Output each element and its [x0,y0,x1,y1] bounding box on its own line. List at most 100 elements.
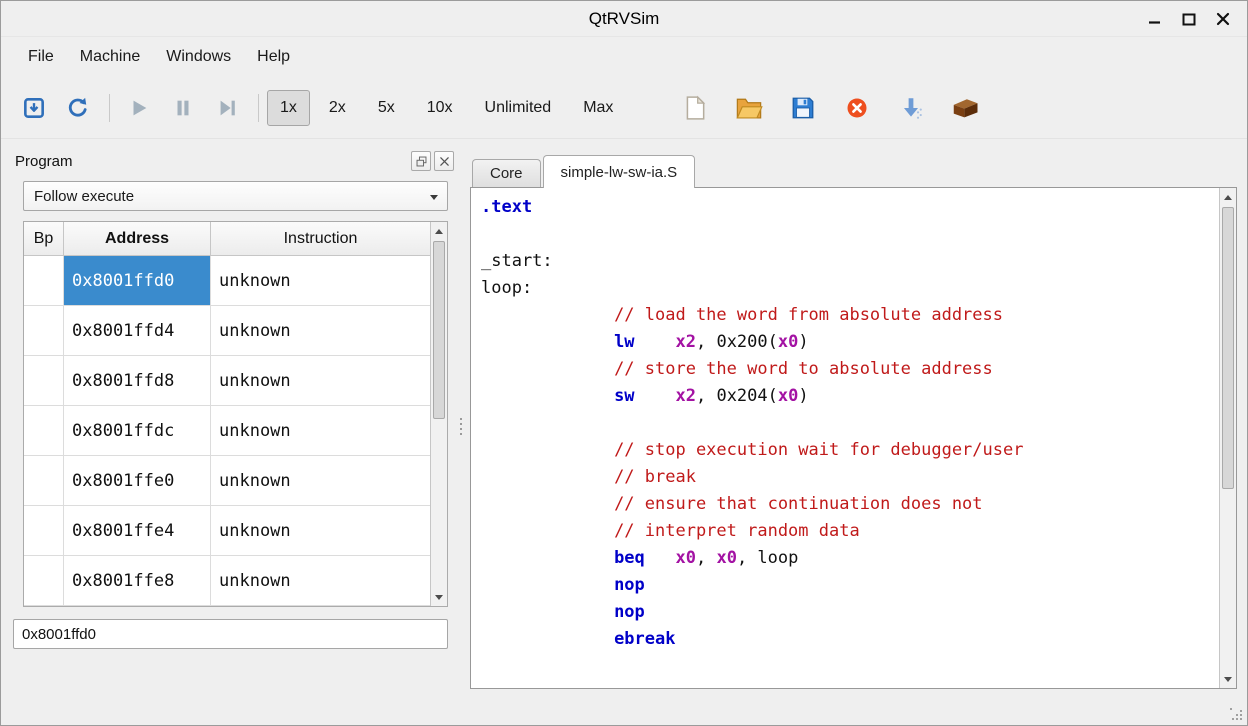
bp-cell[interactable] [24,556,64,605]
tab-source-file[interactable]: simple-lw-sw-ia.S [543,155,696,188]
new-source-button[interactable] [674,87,716,129]
address-cell[interactable]: 0x8001ffd4 [64,306,211,355]
close-button[interactable] [1211,7,1235,31]
instruction-cell[interactable]: unknown [211,406,430,455]
compile-source-button[interactable] [890,87,932,129]
resize-grip[interactable] [1230,708,1242,720]
maximize-button[interactable] [1177,7,1201,31]
reload-machine-button[interactable] [13,87,55,129]
step-button[interactable] [206,87,248,129]
code-line: beq x0, x0, loop [481,545,1219,572]
close-dock-icon [438,155,451,168]
code-line: // break [481,464,1219,491]
bp-cell[interactable] [24,256,64,305]
toolbar-separator [258,94,259,122]
open-source-button[interactable] [728,87,770,129]
titlebar: QtRVSim [1,1,1247,37]
close-dock-button[interactable] [434,151,454,171]
instruction-cell[interactable]: unknown [211,556,430,605]
code-line: .text [481,194,1219,221]
scroll-up-button[interactable] [431,223,447,239]
address-cell[interactable]: 0x8001ffd0 [64,256,211,305]
code-line: // interpret random data [481,518,1219,545]
triangle-down-icon [1224,677,1232,682]
run-button[interactable] [118,87,160,129]
menu-machine[interactable]: Machine [67,42,153,72]
code-line: // ensure that continuation does not [481,491,1219,518]
pause-icon [172,97,194,119]
code-line: _start: [481,248,1219,275]
code-line: nop [481,572,1219,599]
address-cell[interactable]: 0x8001ffe4 [64,506,211,555]
editor-scrollbar[interactable] [1219,188,1236,688]
menu-file[interactable]: File [15,42,67,72]
code-area[interactable]: .text_start:loop: // load the word from … [471,188,1219,688]
bp-cell[interactable] [24,456,64,505]
download-arrow-icon [898,95,924,121]
folder-icon [735,94,763,122]
close-circle-icon [845,96,869,120]
minimize-button[interactable] [1143,7,1167,31]
scrollbar-thumb[interactable] [433,241,445,419]
code-line: loop: [481,275,1219,302]
editor-tabbar: Core simple-lw-sw-ia.S [470,153,1237,187]
menu-help[interactable]: Help [244,42,303,72]
bp-cell[interactable] [24,356,64,405]
editor-column: Core simple-lw-sw-ia.S .text _start:loop:… [466,145,1237,703]
brick-icon [950,93,980,123]
table-row: 0x8001ffe8 unknown [24,556,430,606]
build-button[interactable] [944,87,986,129]
address-input[interactable] [13,619,448,649]
speed-button[interactable]: Max [570,90,626,126]
speed-button[interactable]: Unlimited [472,90,565,126]
maximize-icon [1181,11,1197,27]
table-row: 0x8001ffe4 unknown [24,506,430,556]
instruction-cell[interactable]: unknown [211,356,430,405]
table-row: 0x8001ffd4 unknown [24,306,430,356]
instruction-cell[interactable]: unknown [211,306,430,355]
table-row: 0x8001ffd0 unknown [24,256,430,306]
follow-mode-select[interactable]: Follow execute [23,181,448,211]
floppy-icon [790,95,816,121]
menu-windows[interactable]: Windows [153,42,244,72]
bp-cell[interactable] [24,506,64,555]
close-source-button[interactable] [836,87,878,129]
speed-button[interactable]: 2x [316,90,359,126]
bp-cell[interactable] [24,306,64,355]
instruction-cell[interactable]: unknown [211,506,430,555]
file-toolbar-group [674,87,998,129]
dock-splitter[interactable] [456,145,466,703]
instruction-cell[interactable]: unknown [211,256,430,305]
qtrvsim-window: QtRVSim File Machine Windows Help [0,0,1248,726]
speed-button[interactable]: 5x [365,90,408,126]
program-dock-header: Program [11,145,456,177]
address-cell[interactable]: 0x8001ffd8 [64,356,211,405]
speed-button[interactable]: 10x [414,90,466,126]
reset-machine-button[interactable] [57,87,99,129]
code-line: ebreak [481,626,1219,653]
chevron-down-icon [430,195,438,200]
scroll-up-button[interactable] [1220,189,1236,205]
scroll-down-button[interactable] [431,589,447,605]
scrollbar-thumb[interactable] [1222,207,1234,489]
tab-core[interactable]: Core [472,159,541,187]
instruction-cell[interactable]: unknown [211,456,430,505]
table-row: 0x8001ffdc unknown [24,406,430,456]
address-cell[interactable]: 0x8001ffe8 [64,556,211,605]
code-line [481,410,1219,437]
address-cell[interactable]: 0x8001ffdc [64,406,211,455]
bp-cell[interactable] [24,406,64,455]
play-icon [128,97,150,119]
program-table-scrollbar[interactable] [430,222,447,606]
save-source-button[interactable] [782,87,824,129]
program-dock-title: Program [15,153,73,170]
main-content: Program [1,139,1247,703]
source-editor: .text_start:loop: // load the word from … [470,187,1237,689]
address-cell[interactable]: 0x8001ffe0 [64,456,211,505]
speed-button[interactable]: 1x [267,90,310,126]
float-dock-button[interactable] [411,151,431,171]
scroll-down-button[interactable] [1220,671,1236,687]
program-dock-body: Follow execute Bp Address Instruction 0x… [11,177,456,703]
pause-button[interactable] [162,87,204,129]
program-dock: Program [11,145,456,703]
